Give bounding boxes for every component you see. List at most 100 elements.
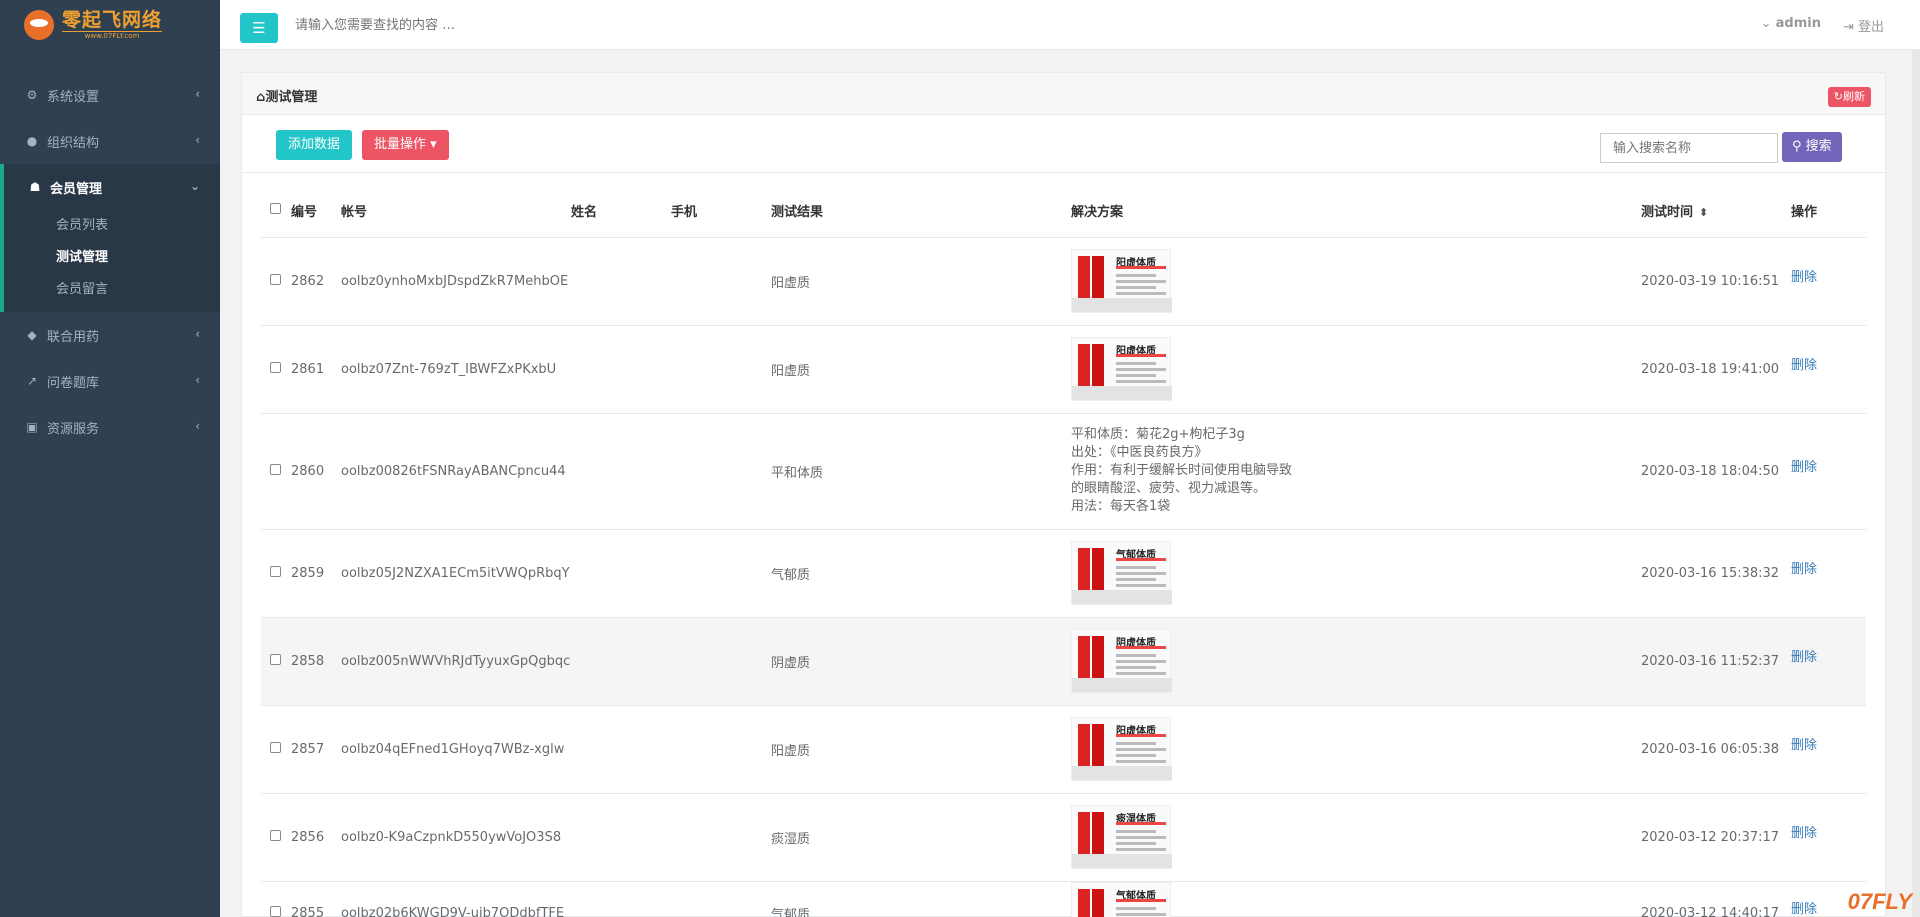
chevron-left-icon: ‹ [195,87,200,101]
solution-line: 作用：有利于缓解长时间使用电脑导致 [1071,463,1293,478]
row-checkbox[interactable] [270,565,281,577]
table-row[interactable]: 2855 oolbz02b6KWGD9V-ujb7ODdbfTFE 气郁质 气郁体质 2… [261,881,1866,917]
cell-id: 2858 [291,617,341,706]
row-checkbox[interactable] [270,463,281,475]
row-checkbox[interactable] [270,829,281,841]
col-name[interactable]: 姓名 [571,185,671,237]
user-menu[interactable]: ⌄ admin [1761,16,1821,35]
cell-result: 气郁质 [771,529,1071,618]
sidebar-subitem[interactable]: 会员列表 [4,210,220,242]
sidebar-submenu: 会员列表 测试管理 会员留言 [4,210,220,312]
delete-link[interactable]: 删除 [1791,358,1817,373]
row-checkbox[interactable] [270,741,281,753]
sidebar-item[interactable]: ● 组织结构 ‹ [0,118,220,164]
cell-action: 删除 [1791,705,1866,794]
sign-out-icon: ⇥ [1842,20,1858,35]
solution-image[interactable]: 气郁体质 [1071,881,1171,917]
sidebar-item[interactable]: ☗ 会员管理 ⌄ [4,164,220,210]
row-checkbox[interactable] [270,653,281,665]
cell-id: 2855 [291,881,341,917]
sidebar-item[interactable]: ▣ 资源服务 ‹ [0,404,220,450]
sidebar-nav: ⚙ 系统设置 ‹ ● 组织结构 ‹ ☗ 会员管理 ⌄ 会员列表 测试管理 会员留言 ◆ 联合用药 ‹ ↗ 问卷题… [0,72,220,450]
cell-phone [671,793,771,882]
table-row[interactable]: 2862 oolbz0ynhoMxbJDspdZkR7MehbOE 阳虚质 阳虚体质 2… [261,237,1866,326]
cell-time: 2020-03-12 20:37:17 [1641,793,1791,882]
solution-line: 用法：每天各1袋 [1071,499,1171,514]
delete-link[interactable]: 删除 [1791,270,1817,285]
sidebar-group: ☗ 会员管理 ⌄ 会员列表 测试管理 会员留言 [0,164,220,312]
cell-account: oolbz005nWWVhRJdTyyuxGpQgbqc [341,617,571,706]
sidebar-item-label: 联合用药 [47,329,100,345]
logout-link[interactable]: ⇥ 登出 [1843,16,1884,35]
solution-image[interactable]: 痰湿体质 [1071,805,1172,869]
cell-name [571,881,671,917]
sidebar-item[interactable]: ◆ 联合用药 ‹ [0,312,220,358]
cell-account: oolbz07Znt-769zT_IBWFZxPKxbU [341,325,571,414]
cell-action: 删除 [1791,617,1866,706]
cell-account: oolbz0-K9aCzpnkD550ywVoJO3S8 [341,793,571,882]
sidebar-subitem[interactable]: 测试管理 [4,242,220,274]
col-account[interactable]: 帐号 [341,185,571,237]
search-input[interactable] [1600,133,1778,163]
table-row[interactable]: 2860 oolbz00826tFSNRayABANCpncu44 平和体质 平和体质… [261,413,1866,530]
data-table: 编号 帐号 姓名 手机 测试结果 解决方案 测试时间 ⬍ 操作 2862 oolbz… [261,185,1866,917]
cell-account: oolbz04qEFned1GHoyq7WBz-xglw [341,705,571,794]
delete-link[interactable]: 删除 [1791,562,1817,577]
solution-image[interactable]: 阳虚体质 [1071,717,1172,781]
cell-name [571,705,671,794]
solution-image[interactable]: 气郁体质 [1071,541,1172,605]
solution-image[interactable]: 阴虚体质 [1071,629,1172,693]
table-row[interactable]: 2859 oolbz05J2NZXA1ECm5itVWQpRbqY 气郁质 气郁体质 2… [261,529,1866,618]
col-time[interactable]: 测试时间 ⬍ [1641,185,1791,237]
cell-action: 删除 [1791,325,1866,414]
solution-text: 平和体质：菊花2g+枸杞子3g 出处：《中医良药良方》 作用：有利于缓解长时间使用电… [1071,426,1641,516]
row-checkbox[interactable] [270,273,281,285]
sort-icon[interactable]: ⬍ [1699,206,1708,219]
sidebar-item[interactable]: ↗ 问卷题库 ‹ [0,358,220,404]
cell-time: 2020-03-18 19:41:00 [1641,325,1791,414]
table-row[interactable]: 2857 oolbz04qEFned1GHoyq7WBz-xglw 阳虚质 阳虚体质 2… [261,705,1866,794]
cell-solution: 阳虚体质 [1071,237,1641,326]
select-all-checkbox[interactable] [270,203,281,215]
cell-id: 2857 [291,705,341,794]
delete-link[interactable]: 删除 [1791,738,1817,753]
cell-time: 2020-03-16 11:52:37 [1641,617,1791,706]
row-checkbox[interactable] [270,906,281,917]
col-id[interactable]: 编号 [291,185,341,237]
refresh-button[interactable]: ↻刷新 [1827,87,1871,107]
delete-link[interactable]: 删除 [1791,650,1817,665]
cell-account: oolbz02b6KWGD9V-ujb7ODdbfTFE [341,881,571,917]
logo-mark-icon [24,10,54,40]
scrollbar[interactable] [1912,50,1920,917]
top-search-input[interactable] [295,14,695,36]
solution-image[interactable]: 阳虚体质 [1071,249,1172,313]
cell-result: 平和体质 [771,413,1071,530]
sidebar-subitem[interactable]: 会员留言 [4,274,220,306]
cell-phone [671,413,771,530]
sidebar-item[interactable]: ⚙ 系统设置 ‹ [0,72,220,118]
batch-operation-button[interactable]: 批量操作 ▾ [362,130,449,160]
chevron-left-icon: ‹ [195,373,200,387]
col-phone[interactable]: 手机 [671,185,771,237]
delete-link[interactable]: 删除 [1791,826,1817,841]
add-data-button[interactable]: 添加数据 [276,130,353,160]
table-row[interactable]: 2861 oolbz07Znt-769zT_IBWFZxPKxbU 阳虚质 阳虚体质 2… [261,325,1866,414]
user-icon: ● [26,134,38,148]
row-checkbox[interactable] [270,361,281,373]
menu-toggle-button[interactable]: ☰ [240,13,278,43]
table-row[interactable]: 2856 oolbz0-K9aCzpnkD550ywVoJO3S8 痰湿质 痰湿体质 2… [261,793,1866,882]
logo[interactable]: 零起飞网络 www.07FLY.com [0,0,220,50]
col-result[interactable]: 测试结果 [771,185,1071,237]
table-row[interactable]: 2858 oolbz005nWWVhRJdTyyuxGpQgbqc 阴虚质 阴虚体质 2… [261,617,1866,706]
delete-link[interactable]: 删除 [1791,902,1817,917]
panel-header: ⌂测试管理 ↻刷新 [242,73,1885,115]
col-solution[interactable]: 解决方案 [1071,185,1641,237]
search-button[interactable]: ⚲ 搜索 [1782,132,1842,162]
cell-result: 阳虚质 [771,237,1071,326]
sidebar-item-label: 会员管理 [50,181,103,197]
solution-image[interactable]: 阳虚体质 [1071,337,1172,401]
delete-link[interactable]: 删除 [1791,460,1817,475]
watermark-logo: 07FLY [1847,889,1912,914]
cell-time: 2020-03-16 15:38:32 [1641,529,1791,618]
logo-sub-text: www.07FLY.com [62,31,163,41]
